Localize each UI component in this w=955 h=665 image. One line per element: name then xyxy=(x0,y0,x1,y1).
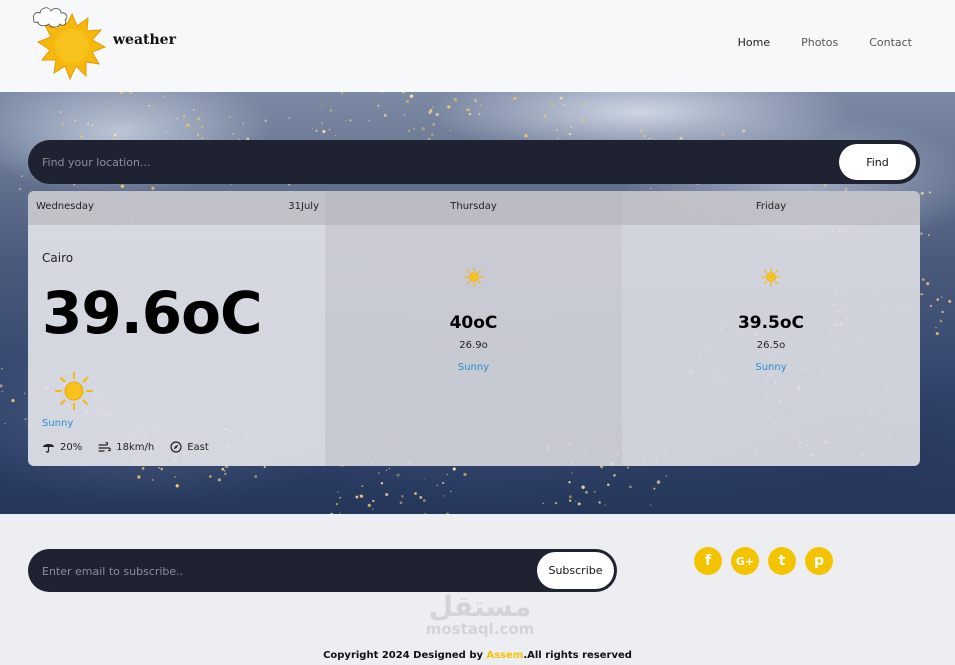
forecast-min-temp: 26.9o xyxy=(459,340,488,351)
today-day-name: Wednesday xyxy=(36,201,94,212)
current-temperature: 39.6oC xyxy=(42,279,263,347)
watermark: مستقل mostaql.com xyxy=(400,590,560,638)
brand-name[interactable]: weather xyxy=(113,32,176,48)
watermark-arabic: مستقل xyxy=(428,590,532,623)
site-header: weather Home Photos Contact xyxy=(0,0,955,92)
nav-contact-link[interactable]: Contact xyxy=(869,36,912,49)
pinterest-icon[interactable]: p xyxy=(805,547,833,575)
sun-icon xyxy=(463,267,484,287)
social-links: f G+ t p xyxy=(694,547,842,575)
weather-stats: 20% 18km/h East xyxy=(42,441,225,453)
city-name: Cairo xyxy=(42,251,74,265)
today-condition: Sunny xyxy=(42,418,74,429)
subscribe-bar: Subscribe xyxy=(28,549,617,592)
umbrella-icon xyxy=(43,444,54,453)
today-date: 31July xyxy=(288,201,319,212)
wind-stat: 18km/h xyxy=(98,441,154,453)
forecast-max-temp: 39.5oC xyxy=(737,313,805,333)
forecast-day-name: Thursday xyxy=(450,201,497,212)
forecast-condition: Sunny xyxy=(457,362,490,373)
location-search-input[interactable] xyxy=(42,152,822,172)
main-nav: Home Photos Contact xyxy=(707,36,912,49)
sun-icon xyxy=(55,372,93,410)
google-plus-icon[interactable]: G+ xyxy=(731,547,759,575)
rain-value: 20% xyxy=(60,441,83,453)
copyright: Copyright 2024 Designed by Assem.All rig… xyxy=(0,650,955,661)
twitter-icon[interactable]: t xyxy=(768,547,796,575)
direction-stat: East xyxy=(170,441,209,453)
forecast-day-name: Friday xyxy=(755,201,787,212)
location-search-bar: Find xyxy=(28,140,920,184)
forecast-day-card: Friday 39.5oC 26.5o Sunny xyxy=(622,191,920,466)
facebook-icon[interactable]: f xyxy=(694,547,722,575)
direction-value: East xyxy=(187,441,209,453)
compass-icon xyxy=(170,441,182,453)
wind-value: 18km/h xyxy=(116,441,155,453)
subscribe-email-input[interactable] xyxy=(42,561,522,581)
copyright-suffix: .All rights reserved xyxy=(523,650,632,661)
nav-home-link[interactable]: Home xyxy=(738,36,770,49)
nav-photos-link[interactable]: Photos xyxy=(801,36,838,49)
logo-icon[interactable] xyxy=(30,2,110,84)
today-card: Wednesday 31July Cairo 39.6oC Sunny 20% xyxy=(28,191,325,466)
sun-icon xyxy=(761,267,781,287)
rain-stat: 20% xyxy=(42,441,82,453)
author-link[interactable]: Assem xyxy=(486,650,523,661)
subscribe-button[interactable]: Subscribe xyxy=(537,552,614,589)
forecast-day-header: Friday xyxy=(622,191,920,225)
wind-icon xyxy=(98,441,112,452)
forecast-day-card: Thursday 40oC 26.9o Sunny xyxy=(325,191,622,466)
forecast-condition: Sunny xyxy=(755,362,787,373)
today-header: Wednesday 31July xyxy=(28,191,325,225)
find-button[interactable]: Find xyxy=(839,144,916,180)
forecast-max-temp: 40oC xyxy=(449,313,498,333)
copyright-prefix: Copyright 2024 Designed by xyxy=(323,650,487,661)
watermark-latin: mostaql.com xyxy=(425,620,535,638)
forecast-panel: Wednesday 31July Cairo 39.6oC Sunny 20% xyxy=(28,191,920,466)
forecast-day-header: Thursday xyxy=(325,191,622,225)
forecast-min-temp: 26.5o xyxy=(756,340,786,351)
